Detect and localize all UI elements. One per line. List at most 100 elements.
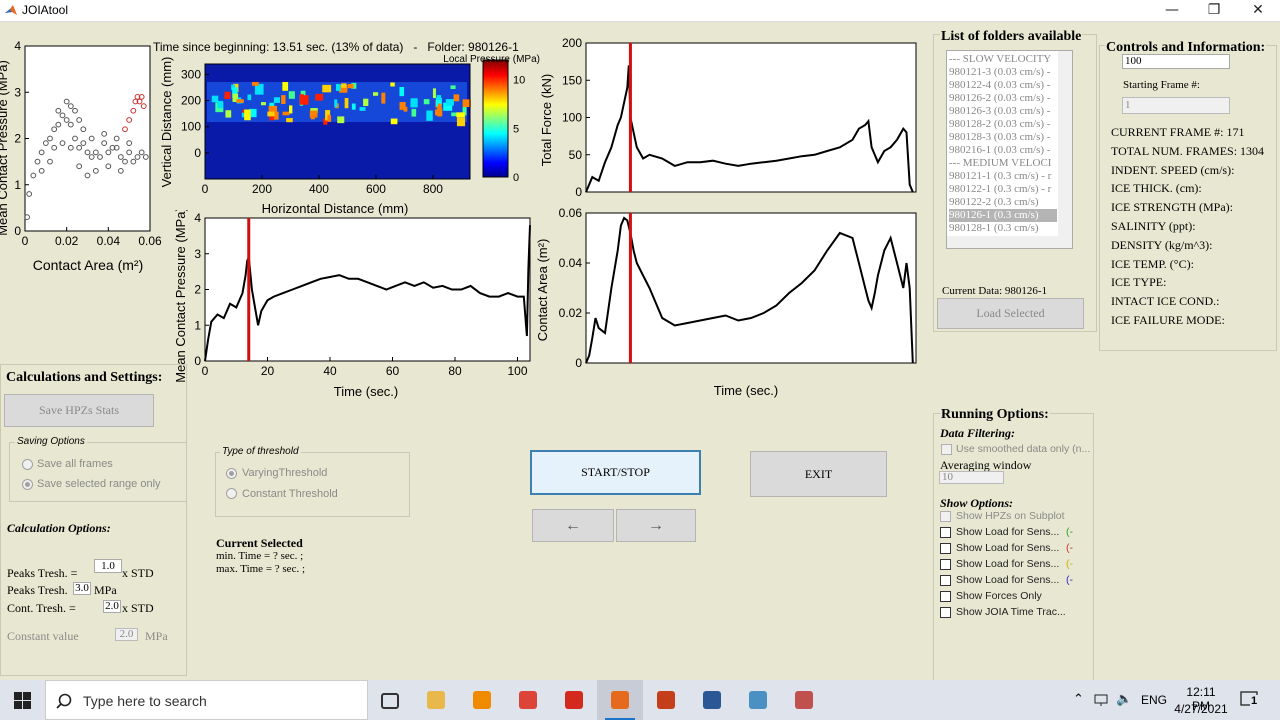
folder-list-item[interactable]: 980122-2 (0.3 cm/s) xyxy=(949,196,1057,209)
vlc-icon[interactable] xyxy=(459,680,505,720)
constant-threshold-radio[interactable] xyxy=(226,488,237,499)
show-option-row[interactable]: Show Load for Sens... (- xyxy=(940,574,1090,588)
averaging-window-field[interactable]: 10 xyxy=(939,471,1004,484)
file-explorer-icon[interactable] xyxy=(413,680,459,720)
folder-list-item[interactable]: 980126-2 (0.03 cm/s) - xyxy=(949,92,1057,105)
matlab-icon[interactable] xyxy=(597,680,643,720)
show-option-checkbox[interactable] xyxy=(940,591,951,602)
taskbar-date[interactable]: 4/27/2021 xyxy=(1170,702,1232,716)
show-option-checkbox[interactable] xyxy=(940,543,951,554)
folder-list-item[interactable]: 980128-2 (0.03 cm/s) - xyxy=(949,118,1057,131)
heat-cell xyxy=(251,82,259,86)
heatmap-plot[interactable]: 0 200 400 600 8000100200300 Local Pressure (… xyxy=(155,52,545,217)
next-frame-button[interactable]: → xyxy=(616,509,696,542)
weather-icon[interactable] xyxy=(781,680,827,720)
restore-icon[interactable]: ❐ xyxy=(1192,0,1236,21)
start-frame-field[interactable]: 1 xyxy=(1122,97,1230,114)
acrobat-icon[interactable] xyxy=(551,680,597,720)
threshold-type-group xyxy=(215,452,410,517)
windows-start-icon[interactable] xyxy=(14,692,31,709)
powerpoint-icon[interactable] xyxy=(643,680,689,720)
show-option-checkbox[interactable] xyxy=(940,511,951,522)
calc-options-label: Calculation Options: xyxy=(7,521,111,535)
heat-cell xyxy=(372,92,379,96)
close-icon[interactable]: ✕ xyxy=(1236,0,1280,21)
area-xlabel: Time (sec.) xyxy=(714,383,779,398)
show-option-row[interactable]: Show Load for Sens... (- xyxy=(940,558,1090,572)
heat-cell xyxy=(261,102,266,106)
peaks-thresh-field[interactable]: 1.0 xyxy=(94,559,122,573)
show-option-checkbox[interactable] xyxy=(940,575,951,586)
folder-list-item[interactable]: 980128-1 (0.3 cm/s) xyxy=(949,222,1057,235)
minimize-icon[interactable]: — xyxy=(1150,0,1194,21)
vlc-glyph xyxy=(473,691,491,709)
volume-icon[interactable]: 🔈 xyxy=(1116,691,1132,707)
task-view-icon[interactable] xyxy=(367,680,413,720)
show-option-label: Show Load for Sens... xyxy=(956,574,1060,586)
folder-list-item[interactable]: 980121-3 (0.03 cm/s) - xyxy=(949,66,1057,79)
show-option-row[interactable]: Show Load for Sens... (- xyxy=(940,526,1090,540)
load-selected-button[interactable]: Load Selected xyxy=(937,298,1084,329)
scatter-plot[interactable]: 0 0.02 0.04 0.06 0 1 2 3 4 Mean Contact Pressure… xyxy=(0,38,170,278)
show-option-checkbox[interactable] xyxy=(940,607,951,618)
folder-list-item[interactable]: 980126-3 (0.03 cm/s) - xyxy=(949,105,1057,118)
show-option-row[interactable]: Show Load for Sens... (- xyxy=(940,542,1090,556)
taskbar-search-box[interactable]: Type here to search xyxy=(45,680,368,720)
tray-chevron-icon[interactable]: ⌃ xyxy=(1073,691,1084,707)
folder-list-item[interactable]: 980122-4 (0.03 cm/s) - xyxy=(949,79,1057,92)
folder-list-item[interactable]: --- SLOW VELOCITY xyxy=(949,53,1057,66)
y-tick-label: 0 xyxy=(194,146,201,160)
folder-list-item[interactable]: 980128-3 (0.03 cm/s) - xyxy=(949,131,1057,144)
top-value-field[interactable]: 100 xyxy=(1122,54,1230,69)
folder-list-hscrollbar[interactable] xyxy=(947,236,1072,248)
save-hpzs-button[interactable]: Save HPZs Stats xyxy=(4,394,154,427)
pressure-time-plot[interactable]: 0 20 40 60 80 100 0 1 2 3 4 Mean Contact Pressure … xyxy=(170,210,540,400)
heat-cell xyxy=(451,112,457,117)
info-list: CURRENT FRAME #: 171 TOTAL NUM. FRAMES: 1… xyxy=(1111,123,1264,330)
heat-cell xyxy=(426,110,433,121)
varying-threshold-label: VaryingThreshold xyxy=(242,467,328,479)
save-range-radio[interactable] xyxy=(22,479,33,490)
peaks-thresh2-field[interactable]: 3.0 xyxy=(73,582,91,595)
chrome-icon[interactable] xyxy=(505,680,551,720)
show-option-row[interactable]: Show Forces Only xyxy=(940,590,1090,604)
save-all-radio[interactable] xyxy=(22,459,33,470)
show-option-row[interactable]: Show HPZs on Subplot xyxy=(940,510,1090,524)
varying-threshold-radio[interactable] xyxy=(226,468,237,479)
prev-frame-button[interactable]: ← xyxy=(532,509,614,542)
start-stop-button[interactable]: START/STOP xyxy=(530,450,701,495)
folder-list-item[interactable]: 980126-1 (0.3 cm/s) xyxy=(949,209,1057,222)
constant-value-field[interactable]: 2.0 xyxy=(115,628,138,641)
folder-list-item[interactable]: --- MEDIUM VELOCI xyxy=(949,157,1057,170)
start-frame-label: Starting Frame #: xyxy=(1123,79,1200,91)
scatter-ylabel: Mean Contact Pressure (MPa) xyxy=(0,60,10,236)
heat-cell xyxy=(337,116,345,124)
y-tick-label: 0.02 xyxy=(559,306,583,320)
word-glyph xyxy=(703,691,721,709)
folder-list-scrollbar[interactable] xyxy=(1058,51,1072,237)
cont-thresh-field[interactable]: 2.0 xyxy=(103,600,121,613)
show-option-label: Show Load for Sens... xyxy=(956,526,1060,538)
show-option-checkbox[interactable] xyxy=(940,527,951,538)
x-tick-label: 0.04 xyxy=(97,234,121,248)
window-title: JOIAtool xyxy=(22,3,69,17)
force-time-plot[interactable]: 0 50 100 150 200 Total Force (kN) xyxy=(535,35,925,200)
folder-list-item[interactable]: 980122-1 (0.3 cm/s) - r xyxy=(949,183,1057,196)
language-indicator[interactable]: ENG xyxy=(1141,693,1167,707)
word-icon[interactable] xyxy=(689,680,735,720)
heat-cell xyxy=(274,111,279,120)
exit-button[interactable]: EXIT xyxy=(750,451,887,497)
smoothed-data-checkbox[interactable] xyxy=(941,444,952,455)
show-option-row[interactable]: Show JOIA Time Trac... xyxy=(940,606,1090,620)
folder-list[interactable]: --- SLOW VELOCITY 980121-3 (0.03 cm/s) -9… xyxy=(946,50,1073,249)
paint-icon[interactable] xyxy=(735,680,781,720)
network-icon[interactable] xyxy=(1094,693,1112,707)
heat-cell xyxy=(363,98,369,107)
folder-list-item[interactable]: 980121-1 (0.3 cm/s) - r xyxy=(949,170,1057,183)
folder-list-item[interactable]: 980216-1 (0.03 cm/s) - xyxy=(949,144,1057,157)
show-option-checkbox[interactable] xyxy=(940,559,951,570)
task-view-glyph xyxy=(381,693,399,709)
heat-cell xyxy=(438,103,442,108)
area-time-plot[interactable]: 0 0.02 0.04 0.06 Contact Area (m²) Time (se… xyxy=(535,205,925,400)
heat-cell xyxy=(281,95,286,104)
